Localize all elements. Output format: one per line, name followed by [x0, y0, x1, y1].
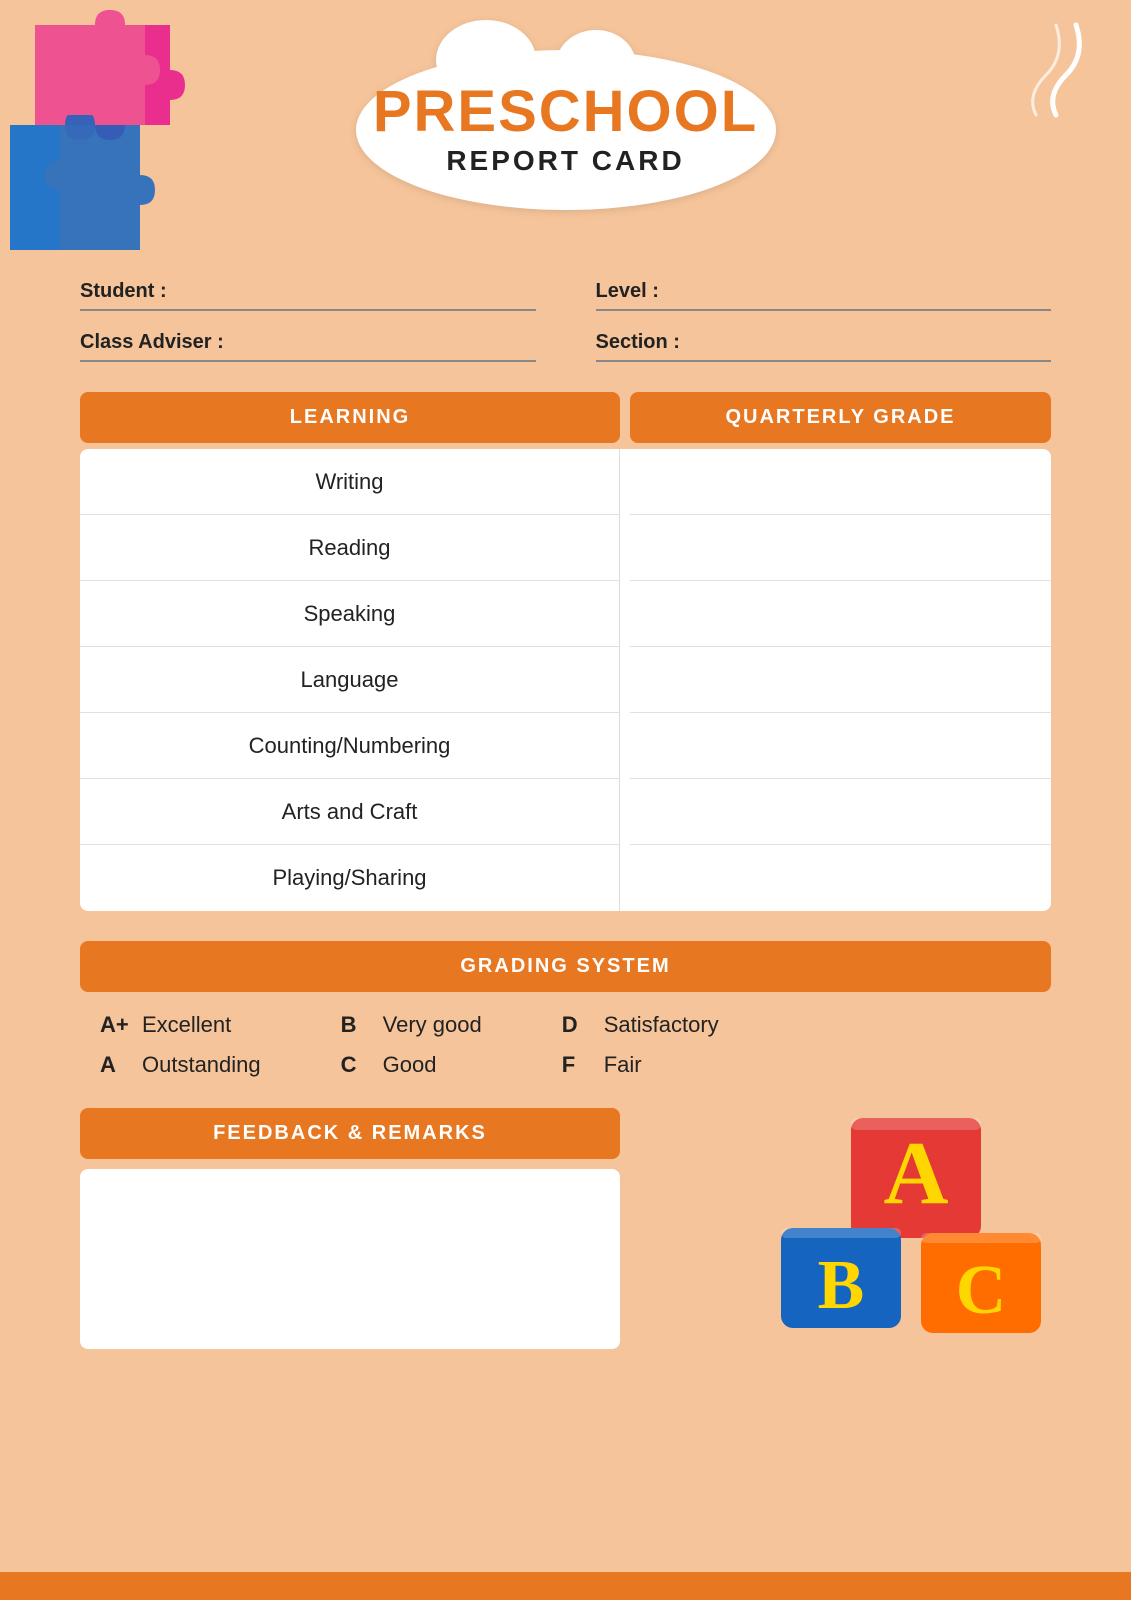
table-row: Counting/Numbering [80, 713, 619, 779]
grade-letter-f: F [562, 1052, 592, 1078]
level-label: Level : [596, 280, 1052, 303]
student-name-group: Student : [80, 280, 536, 311]
svg-text:B: B [818, 1247, 865, 1324]
grade-desc-a: Outstanding [142, 1052, 261, 1078]
grade-item-f: F Fair [562, 1052, 719, 1078]
grade-column-2: B Very good C Good [341, 1012, 482, 1078]
subject-counting: Counting/Numbering [100, 733, 599, 759]
abc-blocks-area: A B C [640, 1108, 1051, 1348]
learning-table-section: LEARNING QUARTERLY GRADE Writing Reading… [80, 392, 1051, 911]
grading-grid: A+ Excellent A Outstanding B Very good C… [80, 1012, 1051, 1078]
table-body: Writing Reading Speaking Language Counti… [80, 449, 1051, 911]
adviser-group: Class Adviser : [80, 331, 536, 362]
grading-section: GRADING SYSTEM A+ Excellent A Outstandin… [80, 941, 1051, 1078]
grade-column [630, 449, 1051, 911]
preschool-title: PRESCHOOL [373, 83, 758, 141]
section-line [596, 360, 1052, 362]
learning-column: Writing Reading Speaking Language Counti… [80, 449, 620, 911]
table-header-row: LEARNING QUARTERLY GRADE [80, 392, 1051, 443]
level-line [596, 309, 1052, 311]
bottom-bar [0, 1572, 1131, 1600]
grade-letter-b: B [341, 1012, 371, 1038]
table-row: Writing [80, 449, 619, 515]
grade-row-playing [630, 845, 1051, 911]
feedback-header: FEEDBACK & REMARKS [80, 1108, 620, 1159]
puzzle-decoration [0, 0, 220, 280]
student-info-section: Student : Level : [80, 280, 1051, 311]
grade-letter-aplus: A+ [100, 1012, 130, 1038]
grade-row-language [630, 647, 1051, 713]
grade-item-aplus: A+ Excellent [100, 1012, 261, 1038]
grade-row-writing [630, 449, 1051, 515]
grading-header: GRADING SYSTEM [80, 941, 1051, 992]
subject-arts: Arts and Craft [100, 799, 599, 825]
table-row: Reading [80, 515, 619, 581]
grade-item-a: A Outstanding [100, 1052, 261, 1078]
grade-item-b: B Very good [341, 1012, 482, 1038]
svg-text:A: A [884, 1124, 949, 1223]
grade-desc-c: Good [383, 1052, 437, 1078]
feedback-section: FEEDBACK & REMARKS A B C [80, 1108, 1051, 1349]
grade-letter-a: A [100, 1052, 130, 1078]
student-name-line [80, 309, 536, 311]
title-area: PRESCHOOL REPORT CARD [316, 50, 816, 210]
grade-column-3: D Satisfactory F Fair [562, 1012, 719, 1078]
grade-desc-f: Fair [604, 1052, 642, 1078]
grade-row-counting [630, 713, 1051, 779]
adviser-line [80, 360, 536, 362]
feedback-left: FEEDBACK & REMARKS [80, 1108, 620, 1349]
grade-item-d: D Satisfactory [562, 1012, 719, 1038]
abc-blocks-icon: A B C [771, 1108, 1051, 1338]
grade-row-reading [630, 515, 1051, 581]
subject-language: Language [100, 667, 599, 693]
grade-column-1: A+ Excellent A Outstanding [100, 1012, 261, 1078]
cloud-background: PRESCHOOL REPORT CARD [356, 50, 776, 210]
svg-text:C: C [956, 1252, 1007, 1329]
adviser-label: Class Adviser : [80, 331, 536, 354]
section-label: Section : [596, 331, 1052, 354]
table-row: Language [80, 647, 619, 713]
grade-letter-c: C [341, 1052, 371, 1078]
subject-speaking: Speaking [100, 601, 599, 627]
squiggle-icon [976, 15, 1096, 125]
student-label: Student : [80, 280, 536, 303]
grade-row-arts [630, 779, 1051, 845]
grade-desc-aplus: Excellent [142, 1012, 231, 1038]
grade-desc-d: Satisfactory [604, 1012, 719, 1038]
main-content: Student : Level : Class Adviser : Sectio… [80, 280, 1051, 1349]
grade-desc-b: Very good [383, 1012, 482, 1038]
section-group: Section : [596, 331, 1052, 362]
level-group: Level : [596, 280, 1052, 311]
grade-letter-d: D [562, 1012, 592, 1038]
table-row: Speaking [80, 581, 619, 647]
subject-playing: Playing/Sharing [100, 865, 599, 891]
grade-item-c: C Good [341, 1052, 482, 1078]
quarterly-header: QUARTERLY GRADE [630, 392, 1051, 443]
subject-writing: Writing [100, 469, 599, 495]
blue-puzzle-icon [0, 115, 155, 260]
table-row: Playing/Sharing [80, 845, 619, 911]
squiggle-decoration [976, 15, 1096, 130]
learning-header: LEARNING [80, 392, 620, 443]
subject-reading: Reading [100, 535, 599, 561]
report-card-subtitle: REPORT CARD [446, 145, 684, 177]
table-row: Arts and Craft [80, 779, 619, 845]
adviser-info-section: Class Adviser : Section : [80, 331, 1051, 362]
feedback-box[interactable] [80, 1169, 620, 1349]
grade-row-speaking [630, 581, 1051, 647]
